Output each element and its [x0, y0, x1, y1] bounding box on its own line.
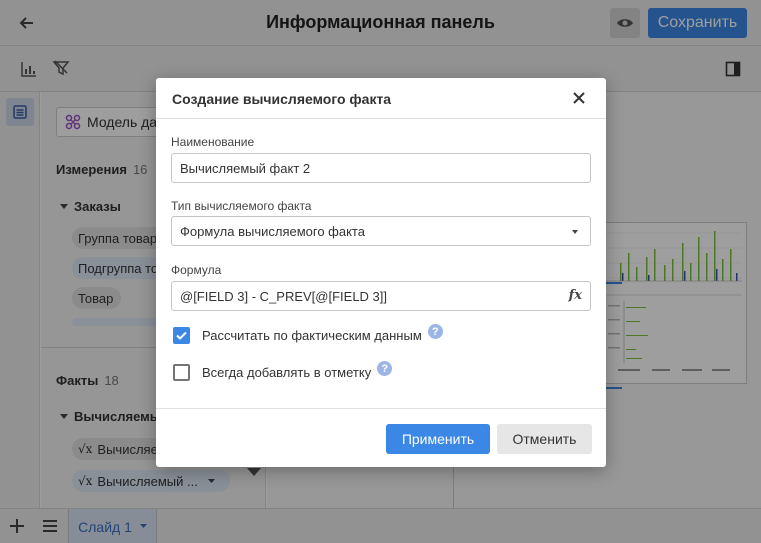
cancel-button[interactable]: Отменить	[497, 424, 592, 454]
dialog-title: Создание вычисляемого факта	[172, 91, 392, 107]
name-value: Вычисляемый факт 2	[180, 160, 311, 176]
function-icon[interactable]: fx	[569, 288, 582, 303]
always-add-label: Всегда добавлять в отметку	[202, 365, 372, 380]
name-label: Наименование	[171, 135, 255, 149]
calc-actual-label: Рассчитать по фактическим данным	[202, 328, 422, 343]
checkmark-icon	[176, 331, 187, 340]
help-icon[interactable]: ?	[427, 324, 443, 339]
create-calculated-fact-dialog: Создание вычисляемого факта Наименование…	[156, 78, 606, 467]
calc-actual-row[interactable]: Рассчитать по фактическим данным ?	[173, 324, 443, 344]
apply-button[interactable]: Применить	[386, 424, 490, 454]
name-field[interactable]: Вычисляемый факт 2	[171, 153, 591, 183]
dialog-footer-divider	[156, 408, 606, 409]
type-select[interactable]: Формула вычисляемого факта	[171, 216, 591, 246]
formula-label: Формула	[171, 263, 222, 277]
help-icon[interactable]: ?	[377, 361, 393, 376]
close-icon[interactable]	[570, 89, 588, 107]
always-add-row[interactable]: Всегда добавлять в отметку ?	[173, 361, 393, 381]
formula-field[interactable]: @[FIELD 3] - C_PREV[@[FIELD 3]] fx	[171, 281, 591, 311]
chevron-down-icon	[572, 230, 578, 234]
calc-actual-checkbox[interactable]	[173, 327, 190, 344]
formula-value: @[FIELD 3] - C_PREV[@[FIELD 3]]	[180, 288, 388, 304]
type-value: Формула вычисляемого факта	[180, 223, 365, 239]
dialog-header-divider	[156, 118, 606, 119]
always-add-checkbox[interactable]	[173, 364, 190, 381]
type-label: Тип вычисляемого факта	[171, 199, 312, 213]
